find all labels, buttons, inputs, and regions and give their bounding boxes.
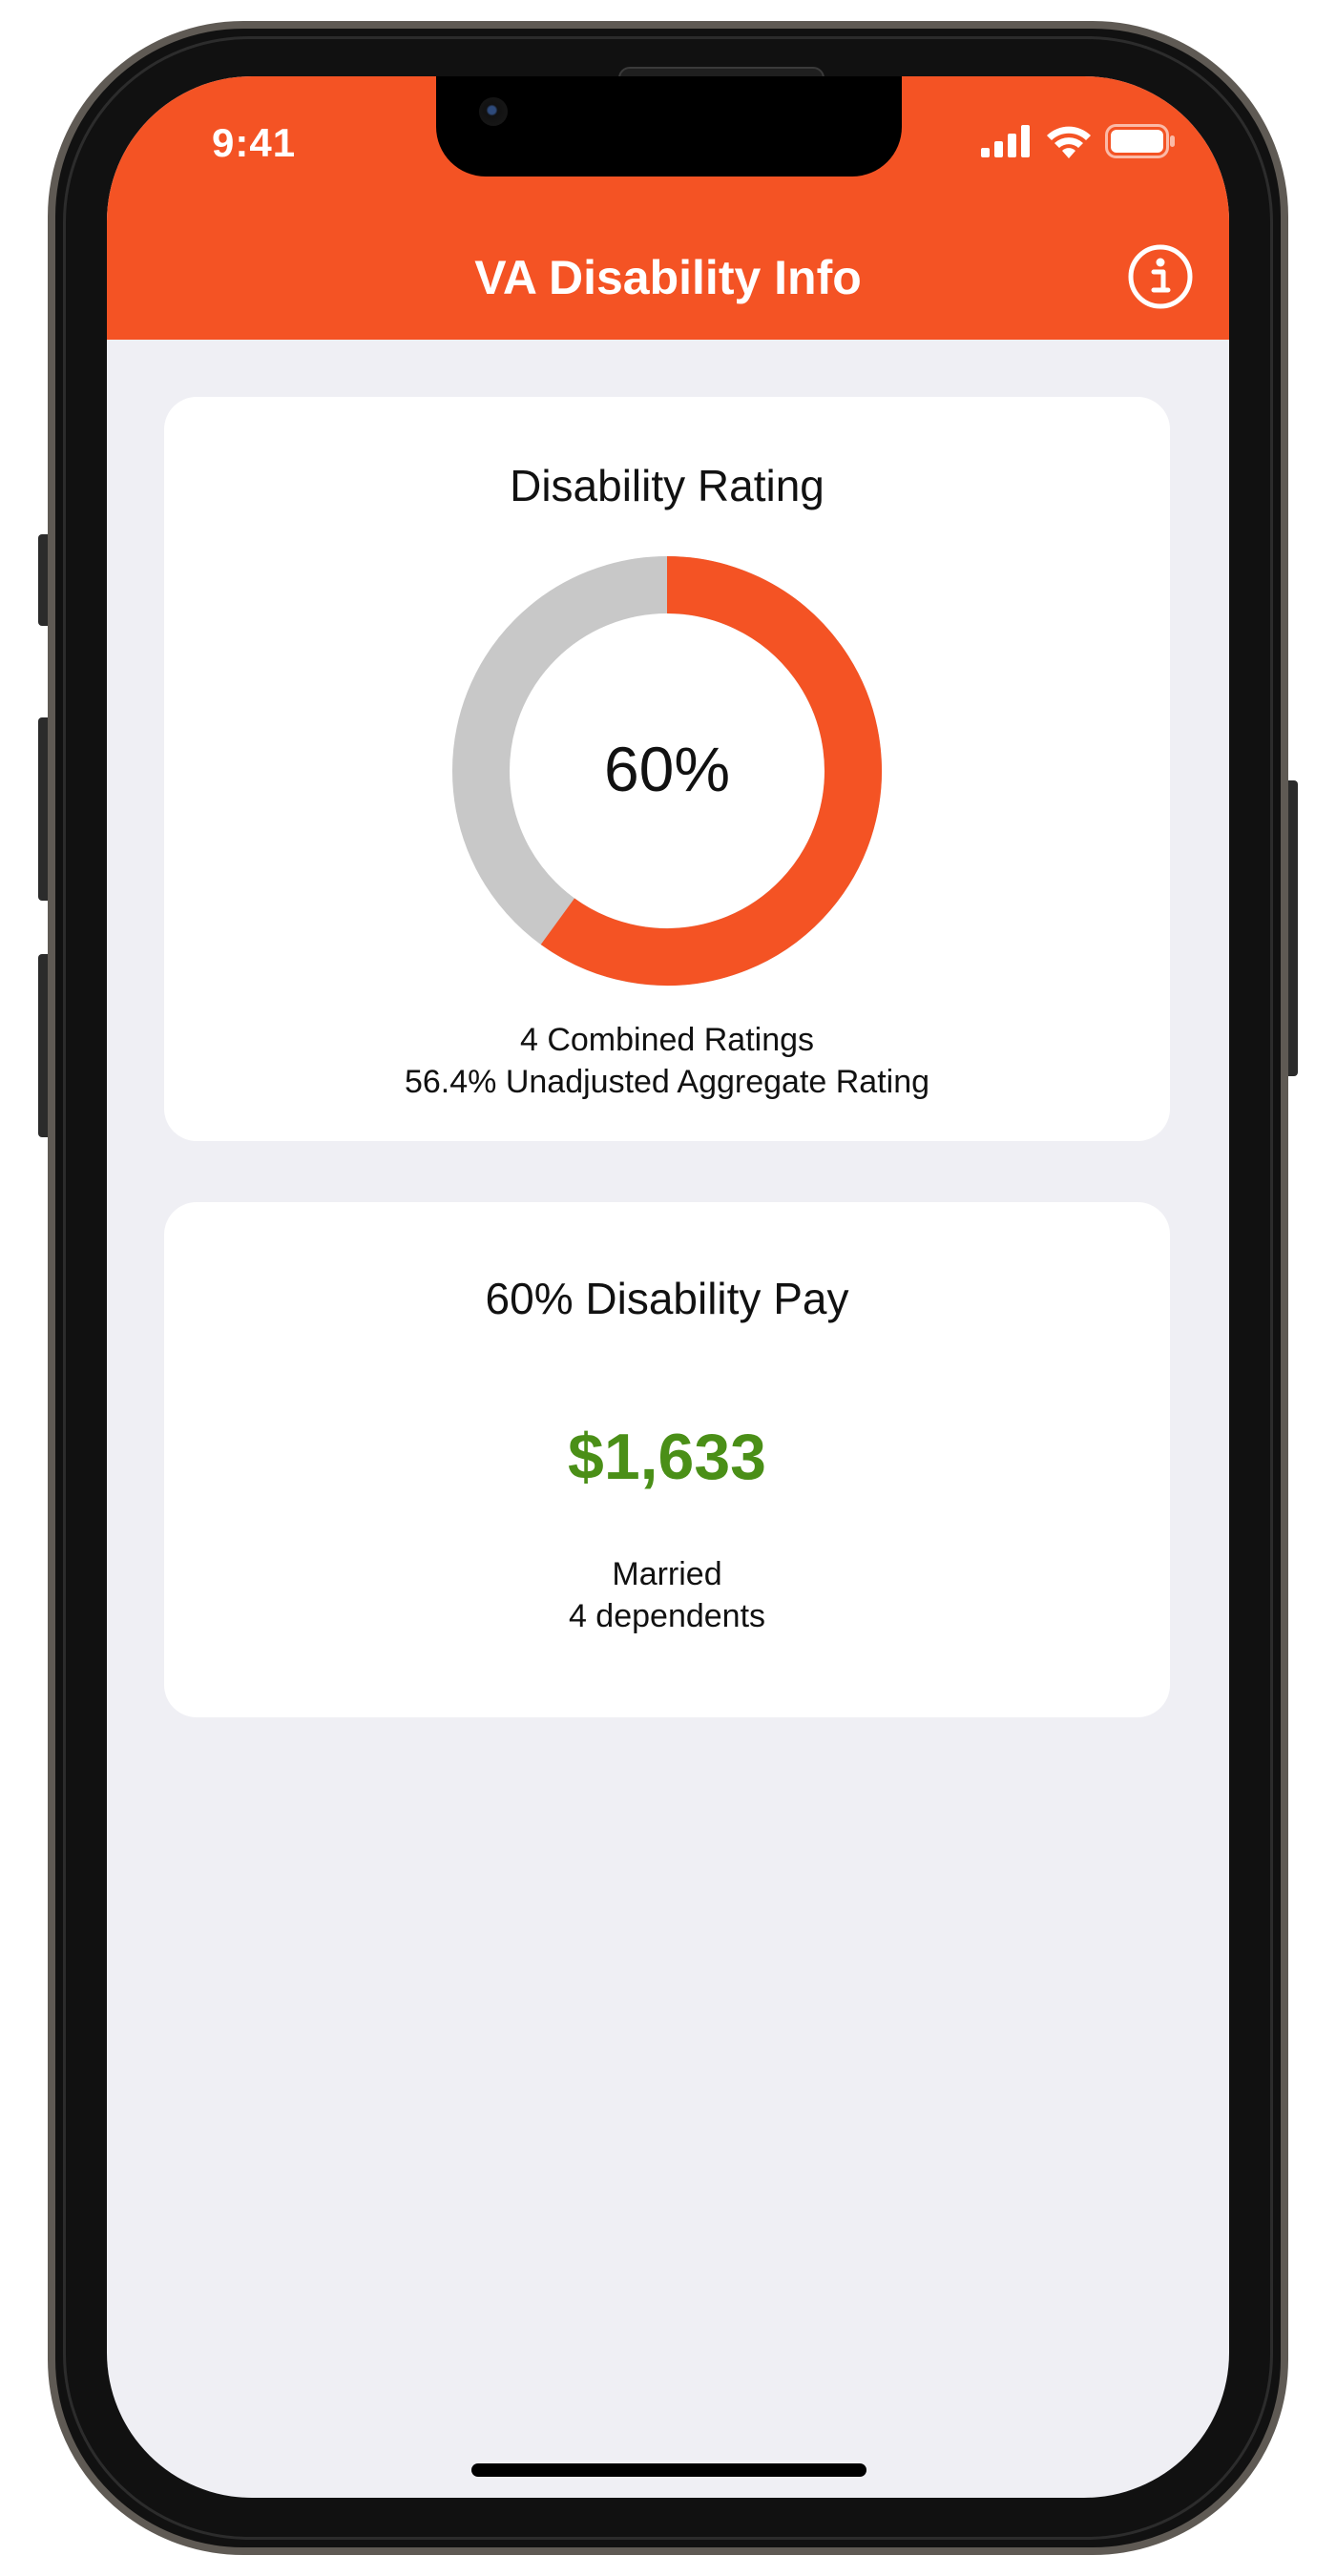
cellular-signal-icon — [981, 125, 1030, 157]
status-time: 9:41 — [212, 120, 297, 165]
device-stage: 9:41 VA Disability Info Disability Ratin… — [0, 0, 1336, 2576]
dependents-text: 4 dependents — [568, 1598, 766, 1634]
marital-status-text: Married — [612, 1556, 722, 1592]
combined-ratings-text: 4 Combined Ratings — [519, 1022, 815, 1058]
pay-amount: $1,633 — [568, 1421, 766, 1493]
front-camera — [479, 97, 508, 126]
rating-card-title: Disability Rating — [510, 461, 825, 510]
status-icons — [981, 124, 1176, 158]
home-indicator[interactable] — [471, 2463, 866, 2477]
rating-percent-label: 60% — [603, 734, 731, 804]
unadjusted-rating-text: 56.4% Unadjusted Aggregate Rating — [404, 1064, 930, 1100]
disability-pay-card: 60% Disability Pay $1,633 Married 4 depe… — [164, 1202, 1170, 1717]
nav-title: VA Disability Info — [474, 251, 862, 304]
screen: 9:41 VA Disability Info Disability Ratin… — [107, 76, 1229, 2498]
wifi-icon — [1047, 126, 1091, 158]
info-button[interactable] — [1126, 242, 1195, 311]
info-circle-icon — [1128, 244, 1193, 309]
navigation-bar: 9:41 VA Disability Info — [107, 76, 1229, 340]
disability-rating-card: Disability Rating 60% 4 Combined Ratings… — [164, 397, 1170, 1141]
notch — [436, 76, 902, 177]
rating-donut-chart: 60% — [448, 551, 887, 990]
pay-card-title: 60% Disability Pay — [485, 1274, 849, 1323]
battery-icon — [1105, 124, 1175, 158]
